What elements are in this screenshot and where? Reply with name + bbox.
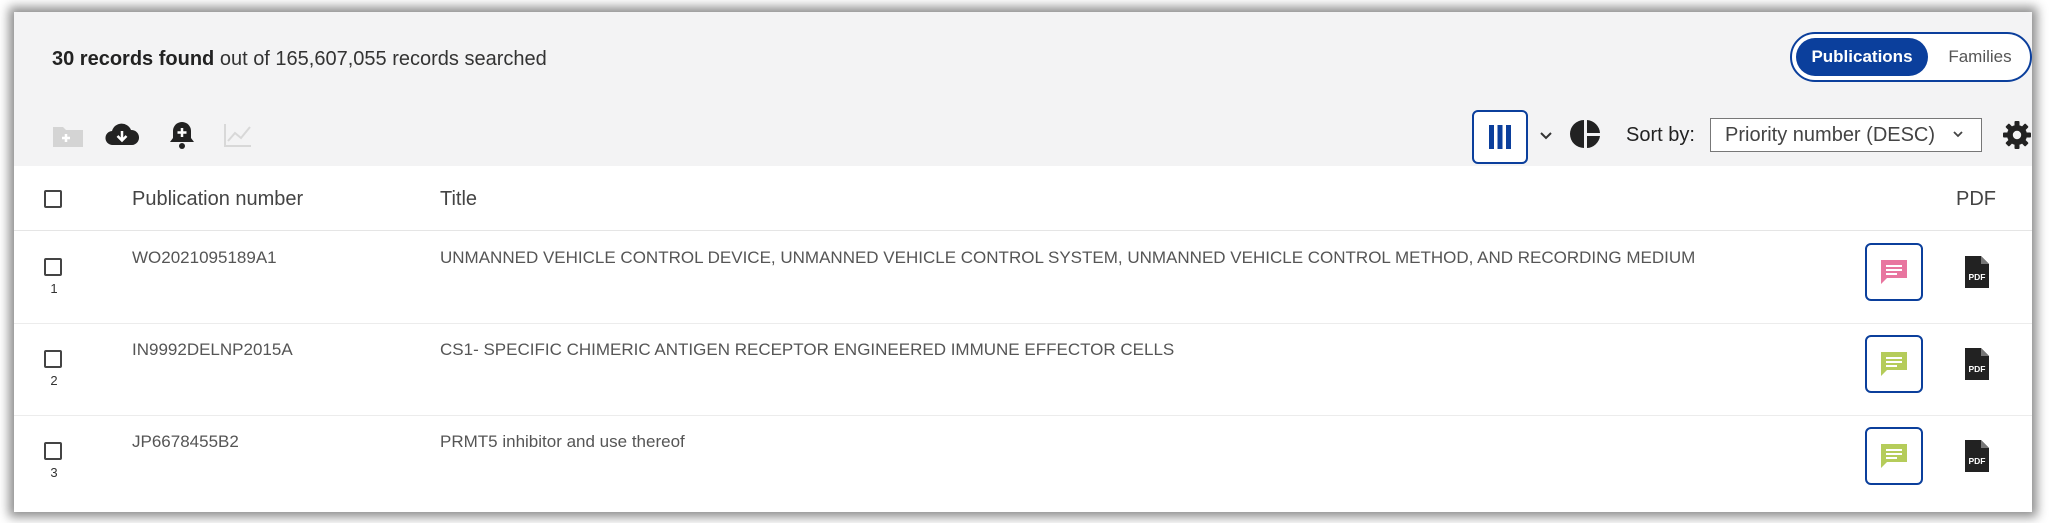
gear-icon[interactable] — [2002, 120, 2032, 150]
svg-text:PDF: PDF — [1969, 272, 1986, 282]
row-number: 1 — [50, 281, 58, 296]
chevron-down-icon[interactable] — [1536, 126, 1556, 146]
add-alert-icon[interactable] — [164, 118, 200, 152]
column-header-publication-number[interactable]: Publication number — [132, 188, 303, 211]
add-to-folder-icon[interactable] — [50, 118, 86, 152]
publication-number[interactable]: WO2021095189A1 — [132, 248, 277, 268]
publications-toggle-button[interactable]: Publications — [1796, 38, 1928, 76]
row-number: 2 — [50, 373, 58, 388]
row-checkbox[interactable] — [44, 350, 62, 368]
pdf-file-icon[interactable]: PDF — [1962, 347, 1992, 381]
table-row: 1 WO2021095189A1 UNMANNED VEHICLE CONTRO… — [14, 231, 2032, 324]
results-panel: 30 records found out of 165,607,055 reco… — [14, 12, 2032, 512]
column-view-button[interactable] — [1472, 110, 1528, 164]
select-all-checkbox[interactable] — [44, 190, 62, 208]
svg-text:PDF: PDF — [1969, 456, 1986, 466]
row-checkbox[interactable] — [44, 442, 62, 460]
results-summary: 30 records found out of 165,607,055 reco… — [52, 48, 547, 71]
records-searched-text: out of 165,607,055 records searched — [219, 48, 547, 70]
column-header-pdf: PDF — [1956, 188, 1996, 210]
sort-select-value: Priority number (DESC) — [1725, 124, 1936, 146]
publication-number[interactable]: JP6678455B2 — [132, 432, 239, 452]
note-button[interactable] — [1865, 243, 1923, 301]
results-table: Publication number Title PDF 1 WO2021095… — [14, 166, 2032, 512]
publication-number[interactable]: IN9992DELNP2015A — [132, 340, 293, 360]
table-row: 2 IN9992DELNP2015A CS1- SPECIFIC CHIMERI… — [14, 323, 2032, 416]
note-button[interactable] — [1865, 335, 1923, 393]
analytics-chart-icon — [220, 118, 256, 152]
sort-by-label: Sort by: — [1626, 124, 1695, 146]
note-button[interactable] — [1865, 427, 1923, 485]
column-header-title[interactable]: Title — [440, 188, 477, 211]
publication-title[interactable]: PRMT5 inhibitor and use thereof — [440, 432, 685, 452]
row-checkbox[interactable] — [44, 258, 62, 276]
pdf-file-icon[interactable]: PDF — [1962, 439, 1992, 473]
comment-icon — [1881, 444, 1907, 468]
svg-text:PDF: PDF — [1969, 364, 1986, 374]
table-header: Publication number Title PDF — [14, 166, 2032, 231]
sort-select[interactable]: Priority number (DESC) — [1710, 118, 1982, 152]
families-toggle-button[interactable]: Families — [1932, 38, 2028, 76]
columns-icon — [1489, 125, 1511, 149]
chevron-down-icon — [1953, 131, 1963, 138]
pdf-file-icon[interactable]: PDF — [1962, 255, 1992, 289]
publications-families-toggle: Publications Families — [1790, 32, 2032, 82]
table-row: 3 JP6678455B2 PRMT5 inhibitor and use th… — [14, 415, 2032, 507]
comment-icon — [1881, 352, 1907, 376]
comment-icon — [1881, 260, 1907, 284]
publication-title[interactable]: CS1- SPECIFIC CHIMERIC ANTIGEN RECEPTOR … — [440, 340, 1174, 360]
pie-chart-icon[interactable] — [1570, 118, 1602, 150]
row-number: 3 — [50, 465, 58, 480]
publication-title[interactable]: UNMANNED VEHICLE CONTROL DEVICE, UNMANNE… — [440, 248, 1695, 268]
download-icon[interactable] — [104, 118, 140, 152]
page: 30 records found out of 165,607,055 reco… — [0, 0, 2062, 523]
records-found-count: 30 records found — [52, 48, 215, 70]
